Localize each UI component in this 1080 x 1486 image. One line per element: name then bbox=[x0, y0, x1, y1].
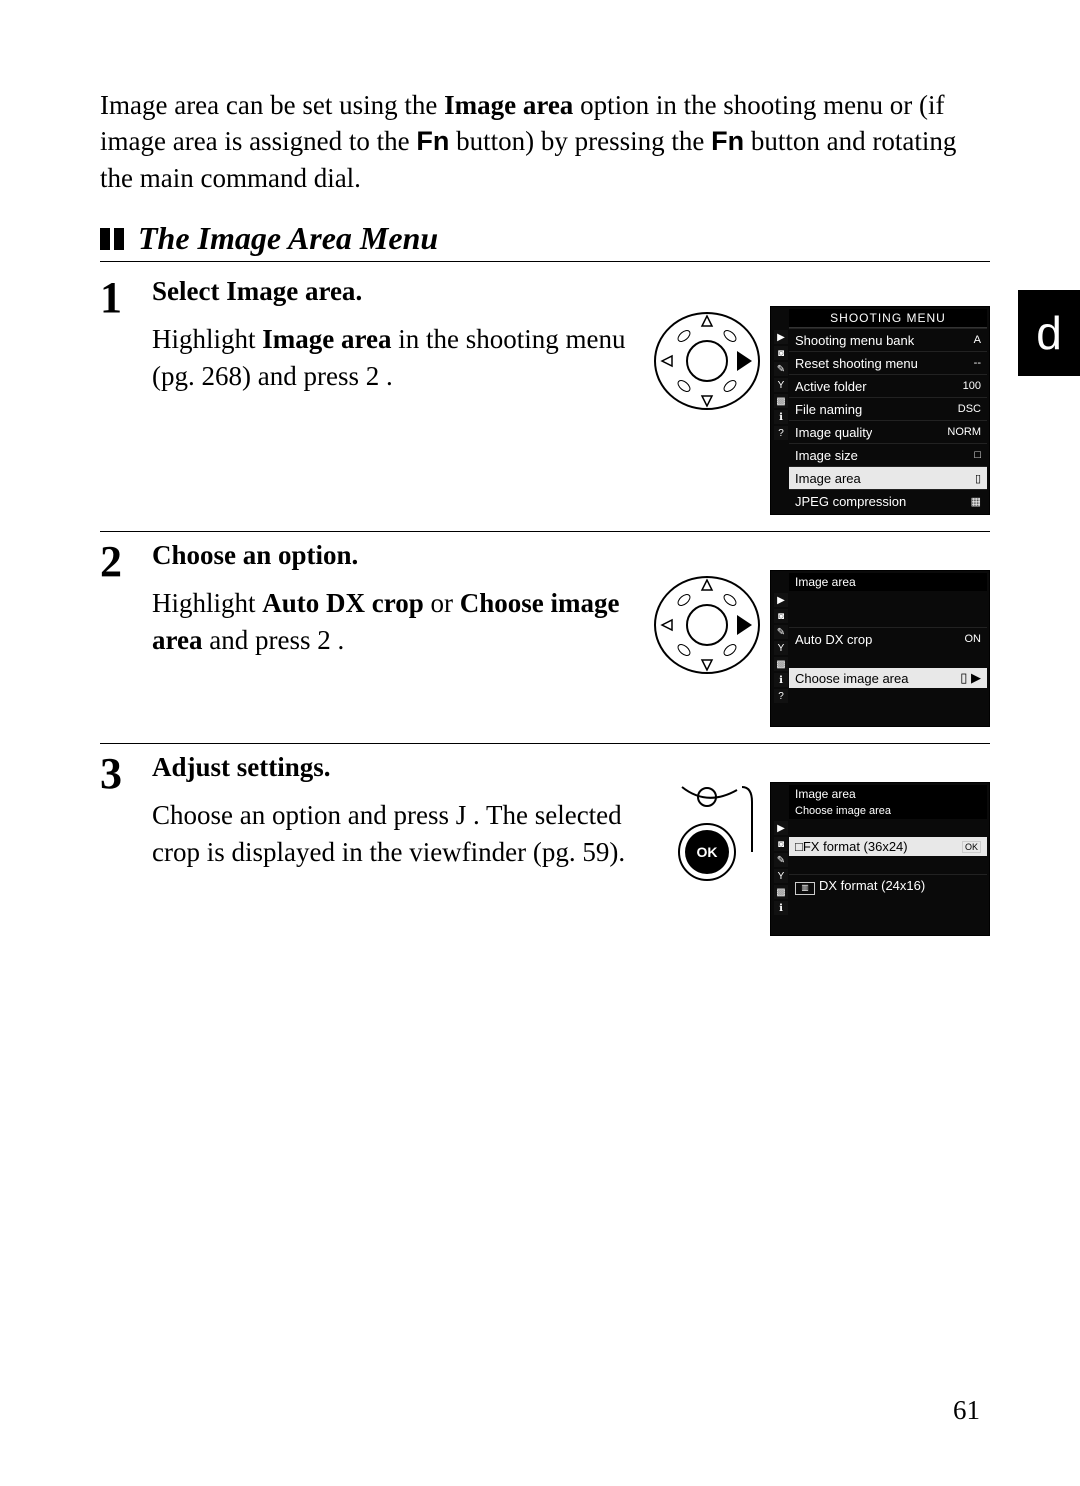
lcd-side-icons: ▶ ◙ ✎ Y ▩ ℹ ? bbox=[773, 591, 789, 724]
step-1: 1 Select Image area. Highlight Image are… bbox=[100, 268, 990, 532]
step-description: Highlight Auto DX crop or Choose image a… bbox=[152, 585, 636, 658]
multi-selector-dial-icon bbox=[652, 306, 762, 416]
step-heading: Choose an option. bbox=[152, 540, 636, 571]
step-number: 3 bbox=[100, 752, 152, 936]
lcd-row: Shooting menu bankA bbox=[789, 328, 987, 351]
retouch-icon: ▩ bbox=[774, 885, 788, 899]
lcd-choose-image-area: Image area Choose image area ▶ ◙ ✎ Y ▩ ℹ bbox=[770, 782, 990, 936]
wrench-icon: Y bbox=[774, 869, 788, 883]
step-number: 2 bbox=[100, 540, 152, 727]
pencil-icon: ✎ bbox=[774, 625, 788, 639]
lcd-shooting-menu: SHOOTING MENU ▶ ◙ ✎ Y ▩ ℹ ? Shooting m bbox=[770, 306, 990, 515]
lcd-row: Auto DX cropON bbox=[789, 627, 987, 650]
lcd-row: ▥DX format (24x16) bbox=[789, 874, 987, 897]
play-icon: ▶ bbox=[774, 593, 788, 607]
lcd-row: Reset shooting menu-- bbox=[789, 351, 987, 374]
lcd-title: Image area bbox=[789, 785, 987, 803]
wrench-icon: Y bbox=[774, 641, 788, 655]
lcd-row: Image size□ bbox=[789, 443, 987, 466]
intro-bold-1: Image area bbox=[444, 90, 573, 120]
step-description: Highlight Image area in the shooting men… bbox=[152, 321, 636, 394]
lcd-image-area: Image area ▶ ◙ ✎ Y ▩ ℹ ? bbox=[770, 570, 990, 727]
intro-text: Image area can be set using the bbox=[100, 90, 444, 120]
lcd-row: Image qualityNORM bbox=[789, 420, 987, 443]
lcd-row-selected: Image area▯ bbox=[789, 466, 987, 489]
lcd-title: Image area bbox=[789, 573, 987, 591]
pencil-icon: ✎ bbox=[774, 853, 788, 867]
play-icon: ▶ bbox=[774, 330, 788, 344]
lcd-subtitle: Choose image area bbox=[789, 803, 987, 819]
multi-selector-dial-icon bbox=[652, 570, 762, 680]
step-3: 3 Adjust settings. Choose an option and … bbox=[100, 744, 990, 952]
lcd-row-selected: Choose image area▯ ▶ bbox=[789, 668, 987, 688]
wrench-icon: Y bbox=[774, 378, 788, 392]
pencil-icon: ✎ bbox=[774, 362, 788, 376]
section-bars-icon bbox=[100, 228, 124, 250]
fn-label: Fn bbox=[416, 126, 449, 156]
step-heading: Adjust settings. bbox=[152, 752, 636, 783]
help-icon: ? bbox=[774, 689, 788, 703]
camera-icon: ◙ bbox=[774, 346, 788, 360]
section-title-text: The Image Area Menu bbox=[138, 220, 438, 256]
side-tab: d bbox=[1018, 290, 1080, 376]
play-icon: ▶ bbox=[774, 821, 788, 835]
retouch-icon: ▩ bbox=[774, 657, 788, 671]
svg-text:OK: OK bbox=[697, 844, 718, 860]
lcd-side-icons: ▶ ◙ ✎ Y ▩ ℹ ? bbox=[773, 328, 789, 512]
format-icon: ▥ bbox=[795, 882, 815, 895]
lcd-row: Active folder100 bbox=[789, 374, 987, 397]
fn-label: Fn bbox=[711, 126, 744, 156]
lcd-row-selected: □FX format (36x24) OK bbox=[789, 837, 987, 856]
ok-button-icon: OK bbox=[652, 782, 762, 892]
camera-icon: ◙ bbox=[774, 609, 788, 623]
intro-text: button) by pressing the bbox=[449, 126, 711, 156]
page-number: 61 bbox=[953, 1395, 980, 1426]
retouch-icon: ▩ bbox=[774, 394, 788, 408]
help-icon: ? bbox=[774, 426, 788, 440]
step-heading: Select Image area. bbox=[152, 276, 636, 307]
mymenu-icon: ℹ bbox=[774, 673, 788, 687]
step-description: Choose an option and press J . The selec… bbox=[152, 797, 636, 870]
section-title: The Image Area Menu bbox=[100, 220, 990, 262]
step-number: 1 bbox=[100, 276, 152, 515]
format-icon: □ bbox=[795, 839, 803, 854]
camera-icon: ◙ bbox=[774, 837, 788, 851]
lcd-side-icons: ▶ ◙ ✎ Y ▩ ℹ bbox=[773, 819, 789, 933]
ok-badge: OK bbox=[962, 841, 981, 853]
mymenu-icon: ℹ bbox=[774, 901, 788, 915]
side-tab-letter: d bbox=[1036, 306, 1062, 360]
intro-paragraph: Image area can be set using the Image ar… bbox=[100, 87, 990, 196]
mymenu-icon: ℹ bbox=[774, 410, 788, 424]
lcd-row: File namingDSC bbox=[789, 397, 987, 420]
lcd-row: JPEG compression▦ bbox=[789, 489, 987, 512]
step-2: 2 Choose an option. Highlight Auto DX cr… bbox=[100, 532, 990, 744]
lcd-title: SHOOTING MENU bbox=[789, 309, 987, 328]
